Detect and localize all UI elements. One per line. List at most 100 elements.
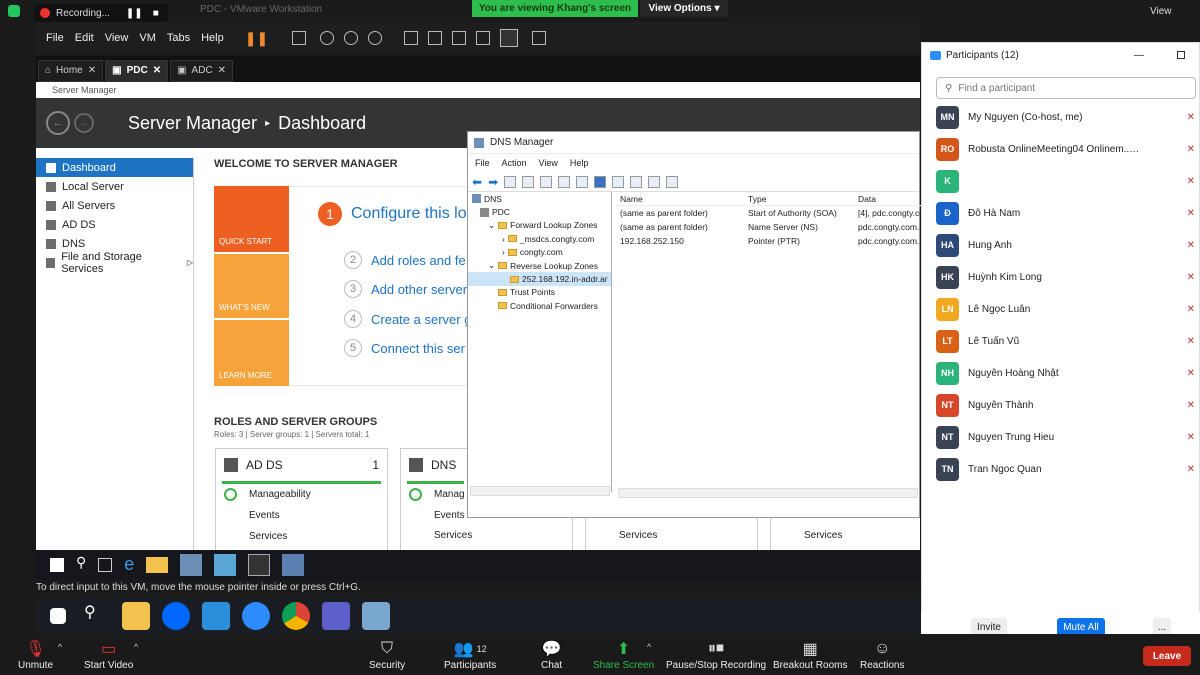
tab-home[interactable]: ⌂ Home ✕ <box>38 59 104 82</box>
stop-icon[interactable]: ■ <box>153 8 159 19</box>
sidebar-item-local-server[interactable]: Local Server <box>36 177 193 196</box>
tree-scrollbar[interactable] <box>470 486 610 496</box>
tab-adc[interactable]: ▣ ADC ✕ <box>170 59 234 82</box>
zoom-icon[interactable] <box>241 602 270 630</box>
record-view-icon[interactable] <box>666 175 679 188</box>
quick-start-tile[interactable]: QUICK START <box>214 186 289 252</box>
menu-edit[interactable]: Edit <box>75 32 94 44</box>
tile-row[interactable]: Services <box>249 531 287 542</box>
menu-vm[interactable]: VM <box>139 32 156 44</box>
dns-menu-action[interactable]: Action <box>502 158 527 168</box>
help-icon[interactable] <box>594 175 607 188</box>
sidebar-item-dashboard[interactable]: Dashboard <box>36 158 193 177</box>
tree-node-conditional[interactable]: Conditional Forwarders <box>468 299 611 312</box>
tile-row[interactable]: Manag <box>434 489 465 500</box>
participant-row[interactable]: LT Lê Tuấn Vũ ✕ <box>922 325 1199 357</box>
tree-node-msdcs[interactable]: › _msdcs.congty.com <box>468 232 611 245</box>
file-explorer-icon[interactable] <box>146 557 169 573</box>
step-add-servers[interactable]: 3 Add other server <box>344 280 467 298</box>
column-data[interactable]: Data <box>858 194 921 204</box>
chrome-icon[interactable] <box>281 602 310 630</box>
share-screen-button[interactable]: ⬆ Share Screen <box>593 638 654 671</box>
sidebar-item-all-servers[interactable]: All Servers <box>36 196 193 215</box>
forward-icon[interactable]: → <box>74 113 94 133</box>
tile-row[interactable]: Events <box>249 510 280 521</box>
start-video-button[interactable]: ▭ Start Video <box>84 638 133 671</box>
export-icon[interactable] <box>576 175 589 188</box>
tree-node-reverse[interactable]: ⌄ Reverse Lookup Zones <box>468 259 611 272</box>
windows-start-icon[interactable] <box>50 558 64 572</box>
server-icon[interactable] <box>630 175 643 188</box>
properties-icon[interactable] <box>540 175 553 188</box>
participant-row[interactable]: LN Lê Ngọc Luân ✕ <box>922 293 1199 325</box>
role-tile-adds[interactable]: AD DS 1 Manageability Events Services <box>215 448 388 550</box>
pause-icon[interactable]: ❚❚ <box>126 8 143 19</box>
fullscreen-icon[interactable] <box>452 31 467 45</box>
vmware-icon[interactable] <box>361 602 390 630</box>
column-name[interactable]: Name <box>616 194 748 204</box>
tile-row[interactable]: Services <box>401 526 572 544</box>
tile-row[interactable]: Manageability <box>249 489 311 500</box>
sidebar-item-adds[interactable]: AD DS <box>36 215 193 234</box>
details-icon[interactable] <box>612 175 625 188</box>
step-connect[interactable]: 5 Connect this ser <box>344 339 465 357</box>
menu-tabs[interactable]: Tabs <box>167 32 190 44</box>
unity-icon[interactable] <box>476 31 491 45</box>
maximize-icon[interactable] <box>1177 51 1185 59</box>
close-icon[interactable]: ✕ <box>88 65 96 76</box>
participant-row[interactable]: NT Nguyễn Thành ✕ <box>922 389 1199 421</box>
participant-search[interactable]: ⚲ Find a participant <box>936 77 1196 99</box>
revert-icon[interactable] <box>344 31 359 45</box>
reactions-button[interactable]: ☺ Reactions <box>860 638 904 671</box>
participant-row[interactable]: HA Hung Anh ✕ <box>922 229 1199 261</box>
tile-row[interactable]: Services <box>586 526 757 544</box>
teams-icon[interactable] <box>321 602 350 630</box>
up-folder-icon[interactable] <box>504 175 517 188</box>
task-view-icon[interactable] <box>98 558 113 572</box>
refresh-icon[interactable] <box>558 175 571 188</box>
forward-icon[interactable]: ➡ <box>488 175 498 189</box>
close-icon[interactable]: ✕ <box>218 65 226 76</box>
view-options-button[interactable]: View Options ▾ <box>640 0 728 17</box>
menu-help[interactable]: Help <box>201 32 224 44</box>
send-keys-icon[interactable] <box>292 31 307 45</box>
tab-pdc[interactable]: ▣ PDC ✕ <box>105 59 169 82</box>
security-button[interactable]: ⛉ Security <box>369 638 405 671</box>
tree-node-congty[interactable]: › congty.com <box>468 246 611 259</box>
participant-row[interactable]: MN My Nguyen (Co-host, me) ✕ <box>922 101 1199 133</box>
step-create-group[interactable]: 4 Create a server g <box>344 310 471 328</box>
dns-app-icon[interactable] <box>282 554 305 576</box>
breakout-rooms-button[interactable]: ▦ Breakout Rooms <box>773 638 847 671</box>
stretch-icon[interactable] <box>532 31 547 45</box>
column-type[interactable]: Type <box>748 194 858 204</box>
participant-row[interactable]: RO Robusta OnlineMeeting04 Onlinem... (Ho… <box>922 133 1199 165</box>
role-tile-3[interactable]: Services <box>585 518 758 550</box>
step-configure[interactable]: 1 Configure this lo <box>318 202 467 226</box>
leave-button[interactable]: Leave <box>1143 646 1191 666</box>
recording-indicator[interactable]: Recording... ❚❚ ■ <box>34 4 168 22</box>
network-icon[interactable] <box>214 554 237 576</box>
dns-menu-view[interactable]: View <box>539 158 558 168</box>
table-row[interactable]: 192.168.252.150 Pointer (PTR) pdc.congty.c… <box>616 234 921 248</box>
tree-node-forward[interactable]: ⌄ Forward Lookup Zones <box>468 219 611 232</box>
role-tile-4[interactable]: Services <box>770 518 920 550</box>
back-icon[interactable]: ⬅ <box>472 175 482 189</box>
view-button[interactable]: View <box>1150 6 1172 17</box>
participant-row[interactable]: HK Huỳnh Kim Long ✕ <box>922 261 1199 293</box>
sidebar-toggle-icon[interactable] <box>404 31 419 45</box>
participants-button[interactable]: 👥 12 Participants <box>444 638 496 671</box>
chevron-up-icon[interactable]: ^ <box>58 642 62 652</box>
participant-row[interactable]: Đ Đỗ Hà Nam ✕ <box>922 197 1199 229</box>
thumbnail-icon[interactable] <box>428 31 443 45</box>
table-row[interactable]: (same as parent folder) Start of Authorit… <box>616 206 921 220</box>
snapshot-manager-icon[interactable] <box>368 31 383 45</box>
snapshot-icon[interactable] <box>320 31 335 45</box>
list-scrollbar[interactable] <box>618 488 918 498</box>
tree-node-reverse-zone[interactable]: 252.168.192.in-addr.ar <box>468 272 611 286</box>
dns-menu-help[interactable]: Help <box>570 158 589 168</box>
close-icon[interactable]: ✕ <box>153 65 161 76</box>
chevron-up-icon[interactable]: ^ <box>647 642 651 652</box>
back-icon[interactable]: ← <box>46 111 70 135</box>
table-row[interactable]: (same as parent folder) Name Server (NS) p… <box>616 220 921 234</box>
tree-node-dns[interactable]: DNS <box>468 192 611 205</box>
